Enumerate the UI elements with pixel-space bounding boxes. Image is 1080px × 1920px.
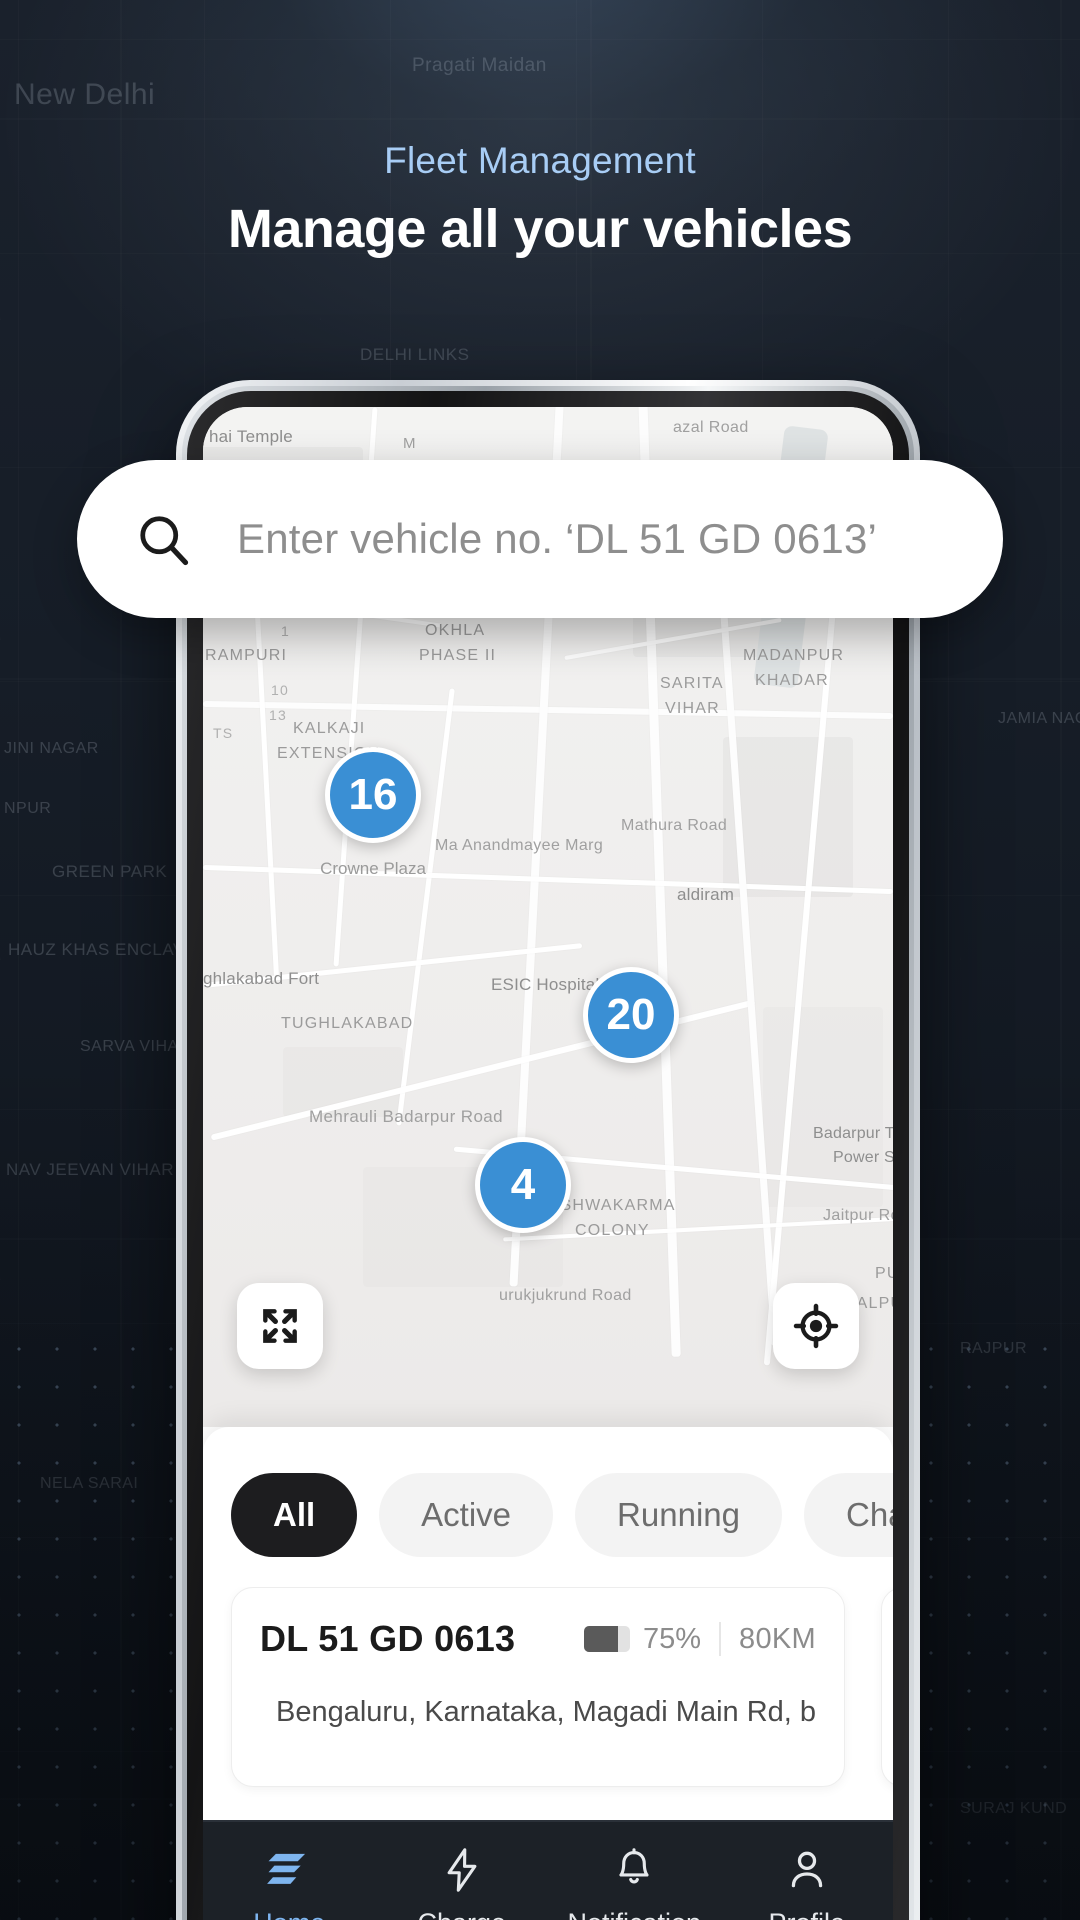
map-label: TUGHLAKABAD: [281, 1015, 414, 1032]
hero-text-block: Fleet Management Manage all your vehicle…: [0, 140, 1080, 260]
hero-title: Manage all your vehicles: [227, 199, 853, 259]
background-map-label: Pragati Maidan: [412, 55, 547, 76]
locate-me-button[interactable]: [773, 1283, 859, 1369]
map-cluster-marker[interactable]: 4: [475, 1137, 571, 1233]
map-label: ESIC Hospital: [491, 975, 600, 994]
map-label: Mehrauli Badarpur Road: [309, 1107, 504, 1126]
map-label: ghlakabad Fort: [203, 969, 320, 988]
background-map-label: JINI NAGAR: [4, 740, 99, 757]
search-icon: [140, 516, 189, 566]
map-marker-caption: Crowne Plaza: [320, 859, 426, 878]
map-cluster-marker[interactable]: 16: [325, 747, 421, 843]
map-label: Badarpur Thermal: [813, 1125, 893, 1142]
map-label: MADANPUR: [743, 647, 845, 664]
nav-item-profile[interactable]: Profile: [721, 1848, 894, 1920]
vehicle-card[interactable]: DL 51 GD 0613 75% 80KM Bengaluru, Karnataka…: [231, 1587, 845, 1787]
map-label: VIHAR: [665, 700, 720, 717]
map-label: Power Station: [833, 1149, 893, 1166]
background-map-label: NPUR: [4, 800, 52, 817]
expand-icon: [263, 1309, 297, 1343]
map-label: TS: [213, 725, 234, 741]
map-label: COLONY: [575, 1222, 650, 1239]
background-map-label: SARVA VIHAR: [80, 1038, 191, 1055]
map-label: KALKAJI: [293, 720, 366, 737]
background-map-label: DELHI LINKS: [360, 345, 470, 364]
fullscreen-map-button[interactable]: [237, 1283, 323, 1369]
background-map-label: NAV JEEVAN VIHAR: [6, 1160, 174, 1179]
nav-item-notification[interactable]: Notification: [548, 1848, 721, 1920]
vehicle-list-sheet: AllActiveRunningChargingLow DL 51 GD 061…: [203, 1427, 893, 1820]
vehicle-plate-number: DL 51 GD 0613: [260, 1618, 516, 1659]
filter-chip-running[interactable]: Running: [575, 1473, 782, 1557]
nav-item-label: Home: [253, 1908, 325, 1920]
vehicle-range-label: 80KM: [739, 1622, 816, 1655]
nav-item-label: Charge: [417, 1908, 506, 1920]
home-brand-icon: [267, 1848, 311, 1892]
map-label: hai Temple: [209, 427, 293, 446]
promo-screenshot: Pragati Maidan New Delhi DELHI LINKS JAMIA …: [0, 0, 1080, 1920]
vehicle-card[interactable]: DL: [881, 1587, 893, 1787]
map-label: Ma Anandmayee Marg: [435, 837, 604, 854]
filter-chip-charging[interactable]: Charging: [803, 1473, 893, 1557]
battery-icon: [583, 1626, 630, 1652]
background-map-label: RAJPUR: [960, 1340, 1028, 1357]
background-map-label: New Delhi: [14, 78, 156, 111]
nav-item-charge[interactable]: Charge: [376, 1848, 549, 1920]
filter-chip-row[interactable]: AllActiveRunningChargingLow: [203, 1469, 893, 1561]
map-label: SARITA: [660, 675, 724, 692]
vehicle-address-text: Bengaluru, Karnataka, Magadi Main Rd, be…: [276, 1695, 816, 1728]
map-label: 13: [269, 707, 287, 723]
map-label: Jaitpur Road: [823, 1207, 893, 1224]
map-label: PUR: [875, 1265, 893, 1282]
nav-item-label: Notification: [567, 1908, 701, 1920]
crosshair-icon: [793, 1303, 839, 1349]
map-label: urukjukrund Road: [499, 1287, 632, 1304]
person-icon: [788, 1848, 826, 1892]
background-map-label: NELA SARAI: [40, 1475, 139, 1492]
bolt-icon: [445, 1848, 479, 1892]
meta-divider: [719, 1622, 722, 1656]
background-map-label: GREEN PARK: [52, 862, 168, 881]
map-label: PHASE II: [419, 647, 497, 664]
background-map-label: HAUZ KHAS ENCLAVE: [8, 940, 197, 959]
map-label: Mathura Road: [621, 817, 728, 834]
hero-eyebrow: Fleet Management: [384, 140, 696, 181]
background-map-label: JAMIA NAGAR: [998, 710, 1080, 727]
map-label: 10: [271, 682, 289, 698]
map-label: azal Road: [673, 419, 749, 436]
battery-percent-label: 75%: [642, 1622, 702, 1655]
vehicle-address-row: Bengaluru, Karnataka, Magadi Main Rd, be…: [260, 1694, 816, 1730]
map-label: KHADAR: [755, 672, 829, 689]
nav-item-label: Profile: [768, 1908, 845, 1920]
bottom-navigation-bar[interactable]: Home Charge Notification Profile: [203, 1820, 893, 1920]
vehicle-battery: 75%: [583, 1622, 702, 1656]
map-label: 1: [281, 623, 290, 639]
search-bar[interactable]: Enter vehicle no. ‘DL 51 GD 0613’: [77, 460, 1003, 618]
filter-chip-all[interactable]: All: [231, 1473, 358, 1557]
vehicle-card-list[interactable]: DL 51 GD 0613 75% 80KM Bengaluru, Karnataka…: [203, 1587, 893, 1807]
map-cluster-marker[interactable]: 20: [583, 967, 679, 1063]
map-label: M: [403, 435, 416, 452]
map-label: aldiram: [677, 885, 735, 904]
search-placeholder: Enter vehicle no. ‘DL 51 GD 0613’: [237, 515, 878, 562]
nav-item-home[interactable]: Home: [203, 1848, 376, 1920]
map-label: OKHLA: [425, 622, 486, 639]
bell-icon: [615, 1848, 653, 1892]
background-map-label: SURAJ KUND: [960, 1800, 1068, 1817]
map-label: RAMPURI: [205, 647, 288, 664]
phone-screen: hai TempleMazal RoadApollo HospitalVIHAR…: [203, 407, 893, 1920]
filter-chip-active[interactable]: Active: [379, 1473, 554, 1557]
